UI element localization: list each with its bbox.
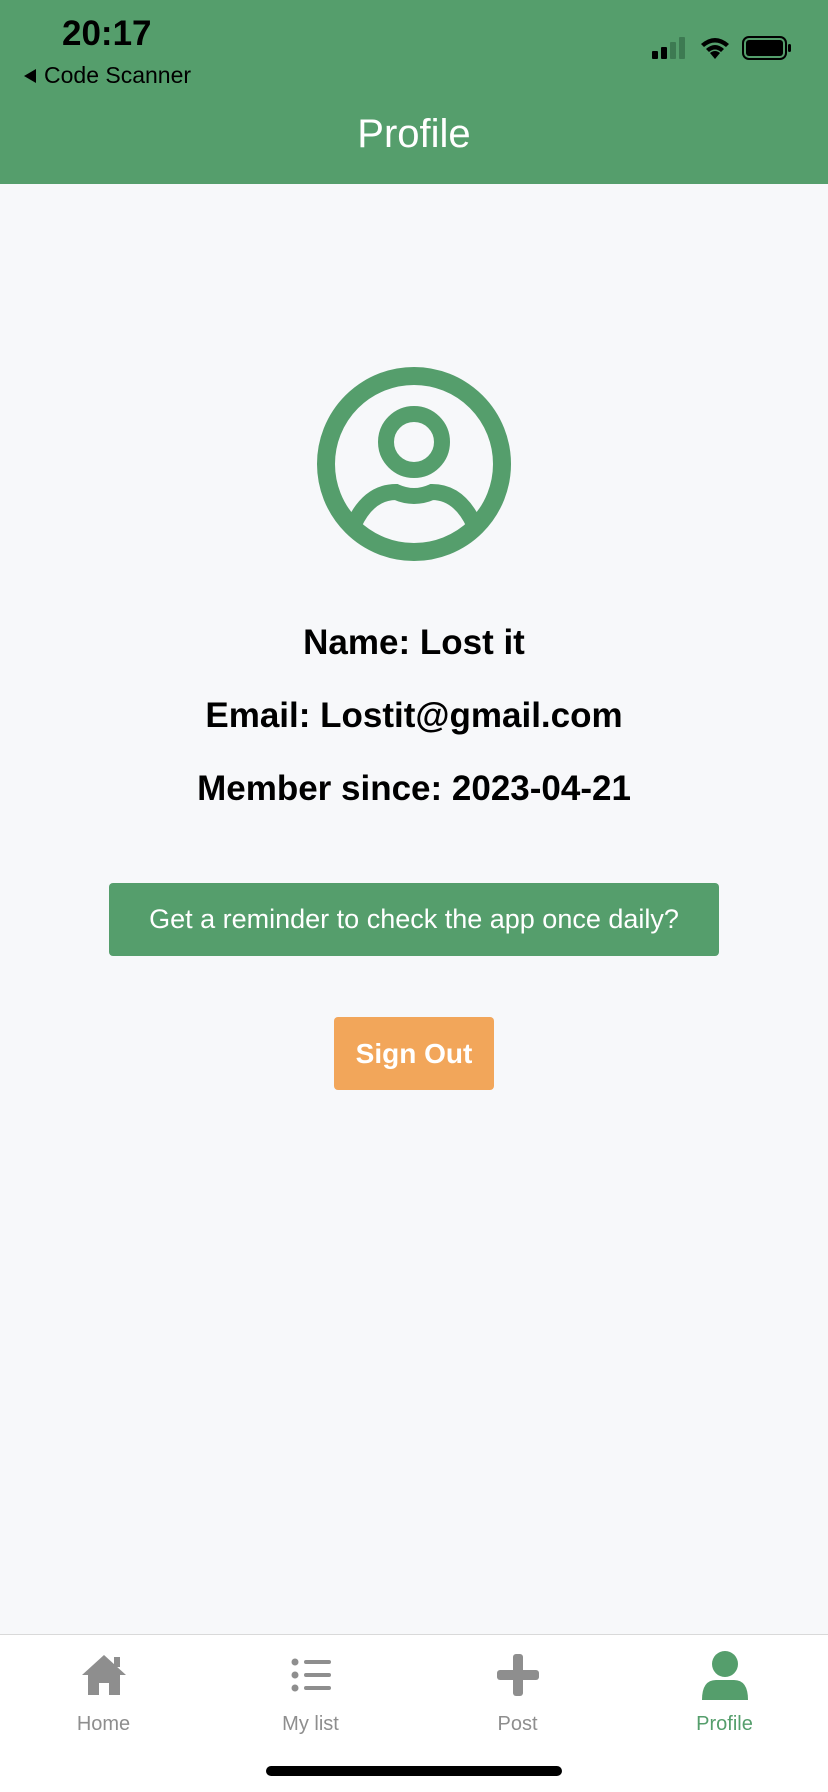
- sign-out-button[interactable]: Sign Out: [334, 1017, 494, 1090]
- profile-member-since: Member since: 2023-04-21: [197, 769, 631, 808]
- home-indicator[interactable]: [266, 1766, 562, 1776]
- tab-my-list[interactable]: My list: [207, 1647, 414, 1747]
- app-screen: 20:17 Code Scanner Profile Name: Lost it…: [0, 0, 828, 1792]
- profile-name: Name: Lost it: [303, 623, 525, 662]
- tab-post[interactable]: Post: [414, 1647, 621, 1747]
- header-bar: 20:17 Code Scanner Profile: [0, 0, 828, 184]
- tab-profile[interactable]: Profile: [621, 1647, 828, 1747]
- tab-home[interactable]: Home: [0, 1647, 207, 1747]
- tab-post-label: Post: [497, 1713, 538, 1735]
- user-avatar-icon: [317, 367, 511, 561]
- wifi-icon: [701, 38, 729, 59]
- tab-profile-label: Profile: [696, 1713, 753, 1735]
- plus-icon: [496, 1654, 539, 1696]
- profile-email: Email: Lostit@gmail.com: [205, 696, 623, 735]
- status-icons: [652, 36, 792, 60]
- tab-home-label: Home: [76, 1713, 131, 1735]
- daily-reminder-button[interactable]: Get a reminder to check the app once dai…: [109, 883, 719, 956]
- back-arrow-icon: [24, 68, 36, 83]
- page-title: Profile: [357, 112, 471, 156]
- back-link-label: Code Scanner: [44, 62, 192, 88]
- status-time: 20:17: [62, 14, 152, 53]
- list-icon: [291, 1658, 331, 1692]
- battery-icon: [742, 36, 791, 60]
- person-icon: [701, 1651, 748, 1700]
- home-icon: [81, 1655, 126, 1695]
- cellular-signal-icon: [652, 37, 685, 59]
- tab-my-list-label: My list: [282, 1713, 339, 1735]
- back-to-app-link[interactable]: Code Scanner: [24, 62, 191, 89]
